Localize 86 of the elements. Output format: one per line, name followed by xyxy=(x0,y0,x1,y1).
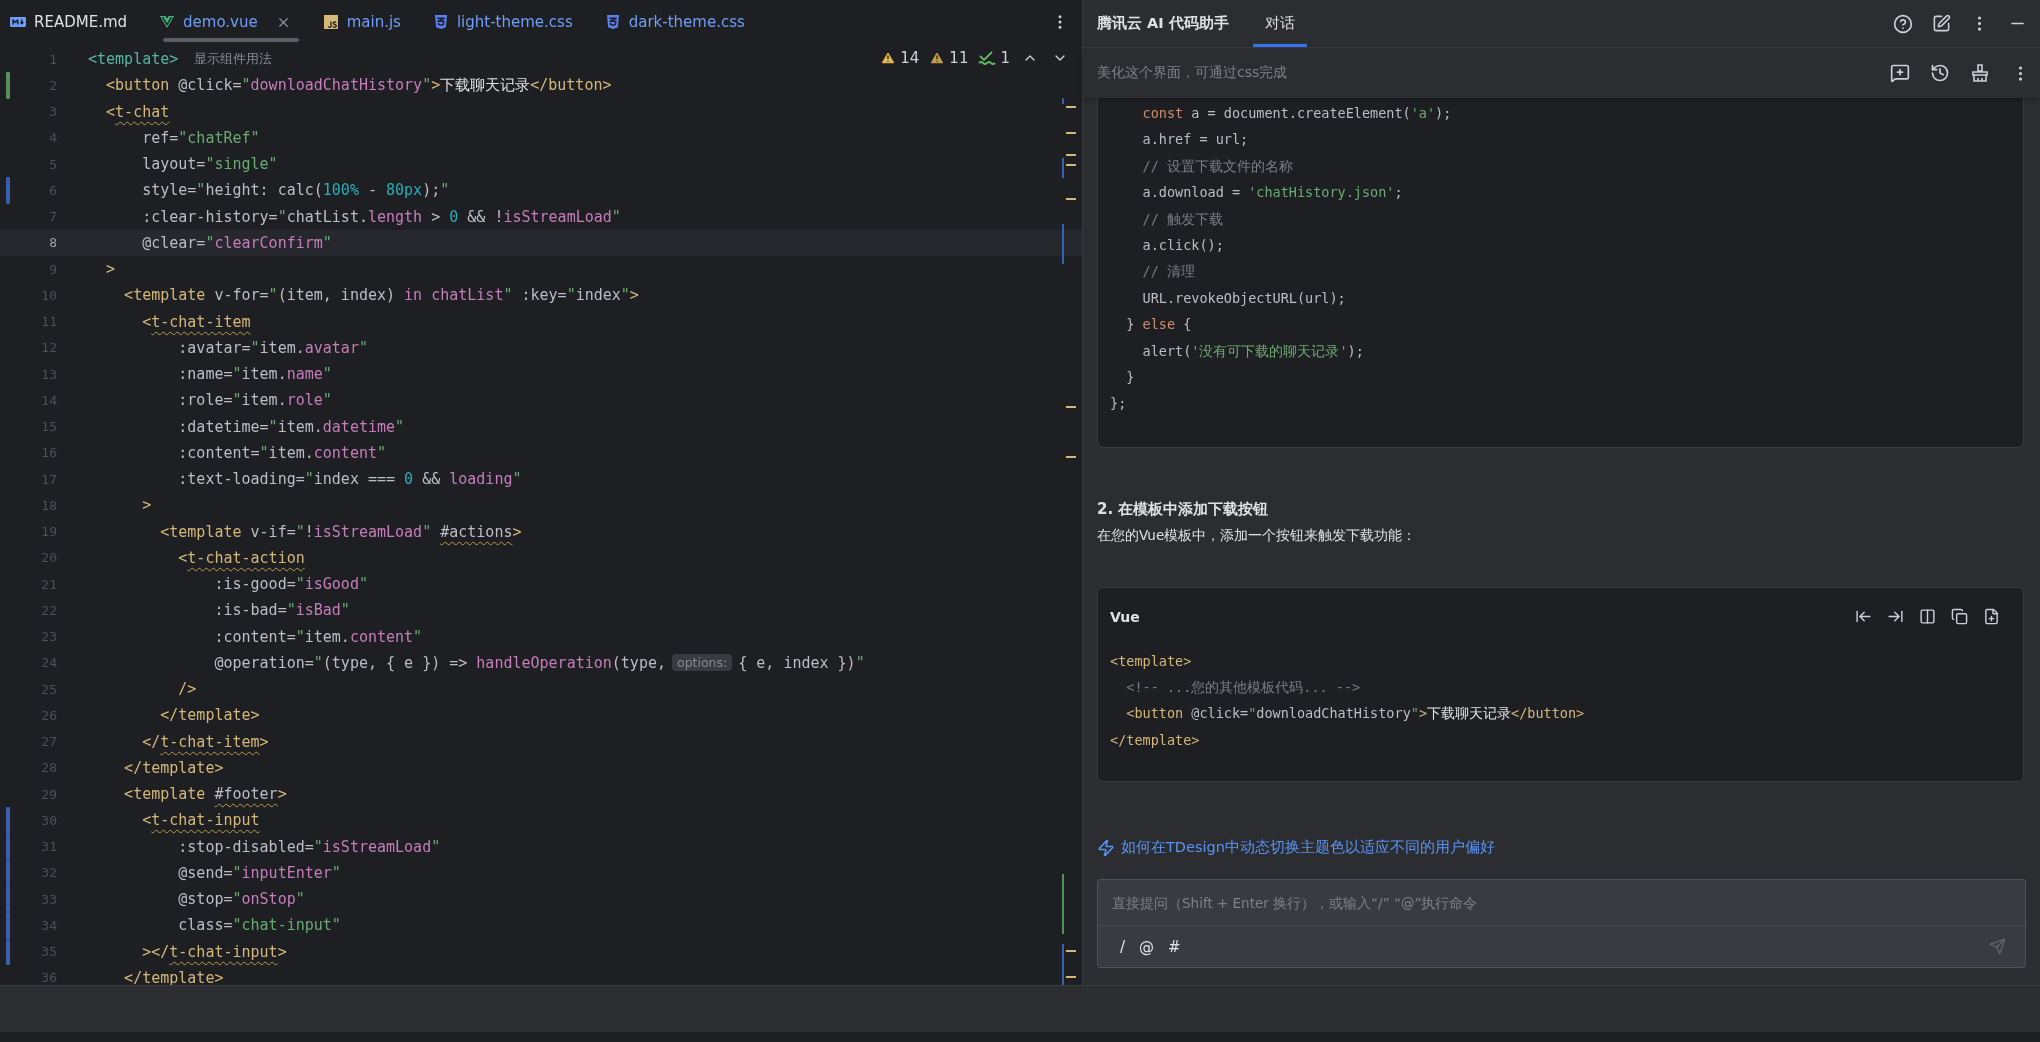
change-marker xyxy=(6,177,10,204)
code-line: <template #footer> xyxy=(123,784,287,805)
code-line: /> xyxy=(177,679,197,700)
code-line: @stop="onStop" xyxy=(177,889,305,910)
chat-input-box[interactable]: 直接提问（Shift + Enter 换行），或输入“/” “@”执行命令 / @ # xyxy=(1097,879,2026,969)
code-line: :content="item.content" xyxy=(213,626,423,647)
code-line: :datetime="item.datetime" xyxy=(177,416,405,437)
code-line: :text-loading="index === 0 && loading" xyxy=(177,469,522,490)
code-line: :clear-history="chatList.length > 0 && !isStreamLoad" xyxy=(141,206,621,227)
code-line: <template v-if="!isStreamLoad" #actions> xyxy=(159,521,522,542)
file-tab[interactable]: main.js xyxy=(312,0,423,44)
code-line: > xyxy=(141,495,152,516)
code-line: > xyxy=(105,259,116,280)
code-line: a.click(); xyxy=(1141,236,1224,253)
code-line: // 触发下载 xyxy=(1141,210,1223,227)
code-line: { e, index })" xyxy=(738,652,865,673)
code-line: </t-chat-item> xyxy=(141,731,269,752)
code-line: URL.revokeObjectURL(url); xyxy=(1141,289,1346,306)
code-line: } else { xyxy=(1125,316,1192,333)
code-line: style="height: calc(100% - 80px);" xyxy=(141,180,450,201)
code-line: :role="item.role" xyxy=(177,390,332,411)
inline-hint: 显示组件用法 xyxy=(194,50,273,69)
code-line: ></t-chat-input> xyxy=(141,941,287,962)
code-line: }; xyxy=(1110,395,1127,412)
code-line: // 清理 xyxy=(1141,263,1195,280)
code-line: ref="chatRef" xyxy=(141,127,260,148)
code-line: @clear="clearConfirm" xyxy=(141,232,332,253)
prompt-field[interactable]: 直接提问（Shift + Enter 换行），或输入“/” “@”执行命令 xyxy=(1098,880,2025,927)
code-line: <template> xyxy=(1110,652,1192,669)
section-heading: 2. 在模板中添加下载按钮 xyxy=(1097,499,1270,519)
code-line: } xyxy=(1125,368,1135,385)
code-line: :content="item.content" xyxy=(177,442,386,463)
css-file-icon xyxy=(432,14,449,30)
suggestion-link[interactable]: 如何在TDesign中动态切换主题色以适应不同的用户偏好 xyxy=(1097,838,1495,858)
lightning-icon xyxy=(1097,838,1115,857)
code-line: </template> xyxy=(159,705,260,726)
code-line: <t-chat-item xyxy=(141,311,251,332)
error-icon xyxy=(880,50,897,66)
markdown-file-icon xyxy=(10,14,26,30)
code-line: :is-bad="isBad" xyxy=(213,600,350,621)
code-line: <template> xyxy=(88,49,179,70)
css-file-icon xyxy=(604,14,621,30)
parameter-hint: options: xyxy=(672,654,733,672)
panel-tab[interactable]: 对话 xyxy=(1252,3,1307,47)
code-line: <button @click="downloadChatHistory">下载聊天记录</button> xyxy=(1125,705,1585,722)
command-button[interactable]: # xyxy=(1164,937,1185,956)
typo-check-icon xyxy=(978,50,997,66)
change-marker xyxy=(6,72,10,99)
code-line: const a = document.createElement('a'); xyxy=(1141,105,1452,121)
code-line: :is-good="isGood" xyxy=(213,574,368,595)
code-line: a.href = url; xyxy=(1141,131,1249,148)
code-line: <!-- ...您的其他模板代码... --> xyxy=(1125,679,1361,696)
file-tab[interactable]: README.md xyxy=(0,0,150,44)
problem-count[interactable]: 11 xyxy=(929,49,969,67)
vue-file-icon xyxy=(159,14,176,30)
code-line: <template v-for="(item, index) in chatList" :key="index"> xyxy=(123,285,639,306)
paragraph: 在您的Vue模板中，添加一个按钮来触发下载功能： xyxy=(1097,526,1418,545)
command-button[interactable]: @ xyxy=(1135,937,1159,956)
code-line: a.download = 'chatHistory.json'; xyxy=(1141,184,1403,201)
code-line: :name="item.name" xyxy=(177,364,332,385)
file-tab[interactable]: demo.vue xyxy=(149,0,313,44)
line-number: 8 xyxy=(48,235,57,251)
file-tab[interactable]: light-theme.css xyxy=(422,0,595,44)
command-button[interactable]: / xyxy=(1116,937,1130,956)
panel-title: 腾讯云 AI 代码助手 xyxy=(1097,14,1229,33)
code-line: class="chat-input" xyxy=(177,915,341,936)
javascript-file-icon xyxy=(322,14,339,30)
code-line: </template> xyxy=(1110,731,1200,748)
code-line: </template> xyxy=(123,757,224,778)
code-line: // 设置下载文件的名称 xyxy=(1141,157,1293,174)
conversation-title: 美化这个界面，可通过css完成 xyxy=(1097,64,1288,82)
code-line: alert('没有可下载的聊天记录'); xyxy=(1141,342,1364,359)
code-line: <t-chat-action xyxy=(177,547,305,568)
code-line: @operation="(type, { e }) => handleOperation(type, xyxy=(213,652,666,673)
problem-count[interactable]: 14 xyxy=(880,49,920,67)
file-tab[interactable]: dark-theme.css xyxy=(594,0,767,44)
code-line: <t-chat-input xyxy=(141,810,260,831)
code-language: Vue xyxy=(1110,608,1140,625)
warning-icon xyxy=(929,50,946,66)
code-line: :stop-disabled="isStreamLoad" xyxy=(177,836,441,857)
code-line: layout="single" xyxy=(141,154,278,175)
code-line: :avatar="item.avatar" xyxy=(177,337,368,358)
code-line: <t-chat xyxy=(105,101,170,122)
code-line: <button @click="downloadChatHistory">下载聊天记录</button> xyxy=(105,75,612,96)
problem-count[interactable]: 1 xyxy=(978,49,1010,67)
code-line: @send="inputEnter" xyxy=(177,862,341,883)
